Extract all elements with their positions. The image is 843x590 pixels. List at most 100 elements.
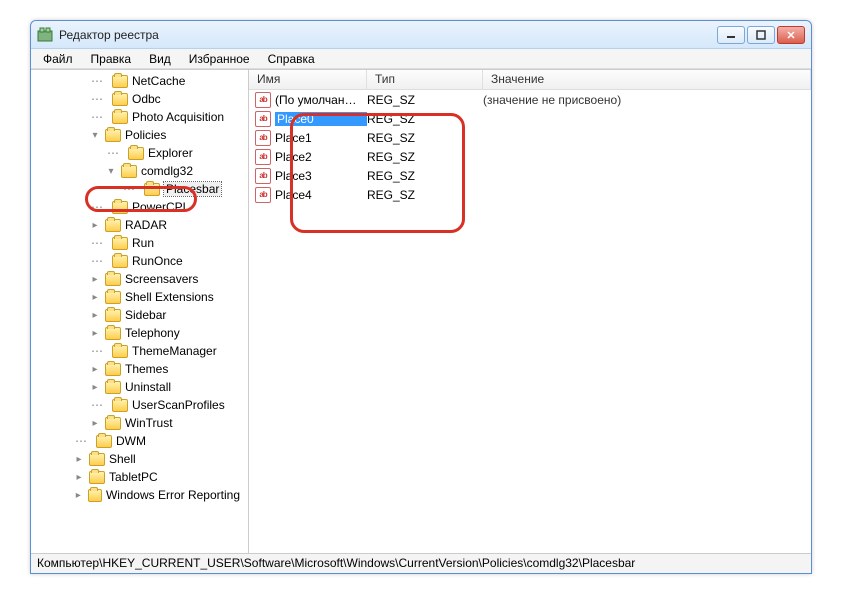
value-row[interactable]: abPlace4REG_SZ (249, 185, 811, 204)
tree-dots: ⋯ (87, 344, 108, 358)
folder-icon (112, 201, 128, 214)
tree-dots: ⋯ (87, 254, 108, 268)
tree-item[interactable]: ⋯RunOnce (31, 252, 248, 270)
value-row[interactable]: abPlace0REG_SZ (249, 109, 811, 128)
menu-edit[interactable]: Правка (83, 50, 140, 68)
expand-icon[interactable]: ▸ (89, 381, 101, 393)
close-button[interactable] (777, 26, 805, 44)
expand-icon[interactable]: ▸ (89, 327, 101, 339)
value-row[interactable]: abPlace3REG_SZ (249, 166, 811, 185)
menu-file[interactable]: Файл (35, 50, 81, 68)
tree-item[interactable]: ⋯NetCache (31, 72, 248, 90)
tree-dots: ⋯ (87, 200, 108, 214)
folder-icon (105, 273, 121, 286)
folder-icon (144, 183, 160, 196)
tree-label: NetCache (132, 74, 185, 88)
value-row[interactable]: abPlace1REG_SZ (249, 128, 811, 147)
tree-label: DWM (116, 434, 146, 448)
folder-icon (105, 291, 121, 304)
expand-icon[interactable]: ▸ (73, 453, 85, 465)
window-buttons (717, 26, 805, 44)
string-value-icon: ab (255, 111, 271, 127)
folder-icon (112, 93, 128, 106)
menu-view[interactable]: Вид (141, 50, 179, 68)
expand-icon[interactable]: ▾ (89, 129, 101, 141)
list-header[interactable]: Имя Тип Значение (249, 70, 811, 90)
values-pane[interactable]: Имя Тип Значение ab(По умолчанию)REG_SZ(… (249, 70, 811, 553)
folder-icon (105, 129, 121, 142)
menu-favorites[interactable]: Избранное (181, 50, 258, 68)
folder-icon (89, 471, 105, 484)
tree-item[interactable]: ⋯ DWM (31, 432, 248, 450)
tree-label: Telephony (125, 326, 180, 340)
app-icon (37, 27, 53, 43)
value-type: REG_SZ (367, 169, 483, 183)
expand-icon[interactable]: ▸ (89, 273, 101, 285)
tree-item[interactable]: ⋯Odbc (31, 90, 248, 108)
tree-item[interactable]: ▸ Shell (31, 450, 248, 468)
tree-item[interactable]: ▸TabletPC (31, 468, 248, 486)
expand-icon[interactable]: ▸ (73, 471, 85, 483)
tree-label: Themes (125, 362, 168, 376)
tree-label: Policies (125, 128, 166, 142)
folder-icon (112, 345, 128, 358)
value-row[interactable]: ab(По умолчанию)REG_SZ(значение не присв… (249, 90, 811, 109)
registry-editor-window: Редактор реестра Файл Правка Вид Избранн… (30, 20, 812, 574)
col-value[interactable]: Значение (483, 70, 811, 89)
tree-item[interactable]: ⋯ThemeManager (31, 342, 248, 360)
col-name[interactable]: Имя (249, 70, 367, 89)
tree-label: Screensavers (125, 272, 198, 286)
menu-help[interactable]: Справка (260, 50, 323, 68)
tree-pane[interactable]: ⋯NetCache⋯Odbc⋯Photo Acquisition▾Policie… (31, 70, 249, 553)
value-type: REG_SZ (367, 150, 483, 164)
folder-icon (89, 453, 105, 466)
tree-item[interactable]: ⋯Photo Acquisition (31, 108, 248, 126)
tree-item[interactable]: ▸RADAR (31, 216, 248, 234)
folder-icon (88, 489, 102, 502)
tree-item[interactable]: ⋯Run (31, 234, 248, 252)
expand-icon[interactable]: ▸ (89, 363, 101, 375)
tree-dots: ⋯ (71, 434, 92, 448)
titlebar[interactable]: Редактор реестра (31, 21, 811, 49)
tree-item[interactable]: ▾comdlg32 (31, 162, 248, 180)
tree-item[interactable]: ▾ Policies (31, 126, 248, 144)
expand-icon[interactable]: ▾ (105, 165, 117, 177)
tree-item[interactable]: ⋯Placesbar (31, 180, 248, 198)
tree-item[interactable]: ▸ Windows Error Reporting (31, 486, 248, 504)
folder-icon (112, 399, 128, 412)
tree-item[interactable]: ⋯Explorer (31, 144, 248, 162)
tree-dots: ⋯ (119, 182, 140, 196)
tree-label: Explorer (148, 146, 193, 160)
value-name: Place3 (275, 169, 367, 183)
string-value-icon: ab (255, 130, 271, 146)
tree-item[interactable]: ▸ Themes (31, 360, 248, 378)
tree-label: Shell (109, 452, 136, 466)
tree-item[interactable]: ▸Uninstall (31, 378, 248, 396)
values-list: ab(По умолчанию)REG_SZ(значение не присв… (249, 90, 811, 204)
registry-tree: ⋯NetCache⋯Odbc⋯Photo Acquisition▾Policie… (31, 70, 248, 506)
tree-item[interactable]: ▸Sidebar (31, 306, 248, 324)
expand-icon[interactable]: ▸ (89, 291, 101, 303)
expand-icon[interactable]: ▸ (89, 417, 101, 429)
tree-item[interactable]: ▸ WinTrust (31, 414, 248, 432)
tree-item[interactable]: ⋯UserScanProfiles (31, 396, 248, 414)
tree-label: Windows Error Reporting (106, 488, 240, 502)
value-row[interactable]: abPlace2REG_SZ (249, 147, 811, 166)
expand-icon[interactable]: ▸ (89, 219, 101, 231)
tree-item[interactable]: ▸ Telephony (31, 324, 248, 342)
minimize-button[interactable] (717, 26, 745, 44)
value-name: Place1 (275, 131, 367, 145)
expand-icon[interactable]: ▸ (73, 489, 84, 501)
tree-label: Odbc (132, 92, 161, 106)
tree-item[interactable]: ⋯PowerCPL (31, 198, 248, 216)
tree-label: WinTrust (125, 416, 173, 430)
maximize-button[interactable] (747, 26, 775, 44)
tree-item[interactable]: ▸ Screensavers (31, 270, 248, 288)
col-type[interactable]: Тип (367, 70, 483, 89)
tree-label: Run (132, 236, 154, 250)
expand-icon[interactable]: ▸ (89, 309, 101, 321)
value-name: Place0 (275, 112, 367, 126)
value-name: Place2 (275, 150, 367, 164)
tree-item[interactable]: ▸Shell Extensions (31, 288, 248, 306)
folder-icon (105, 363, 121, 376)
